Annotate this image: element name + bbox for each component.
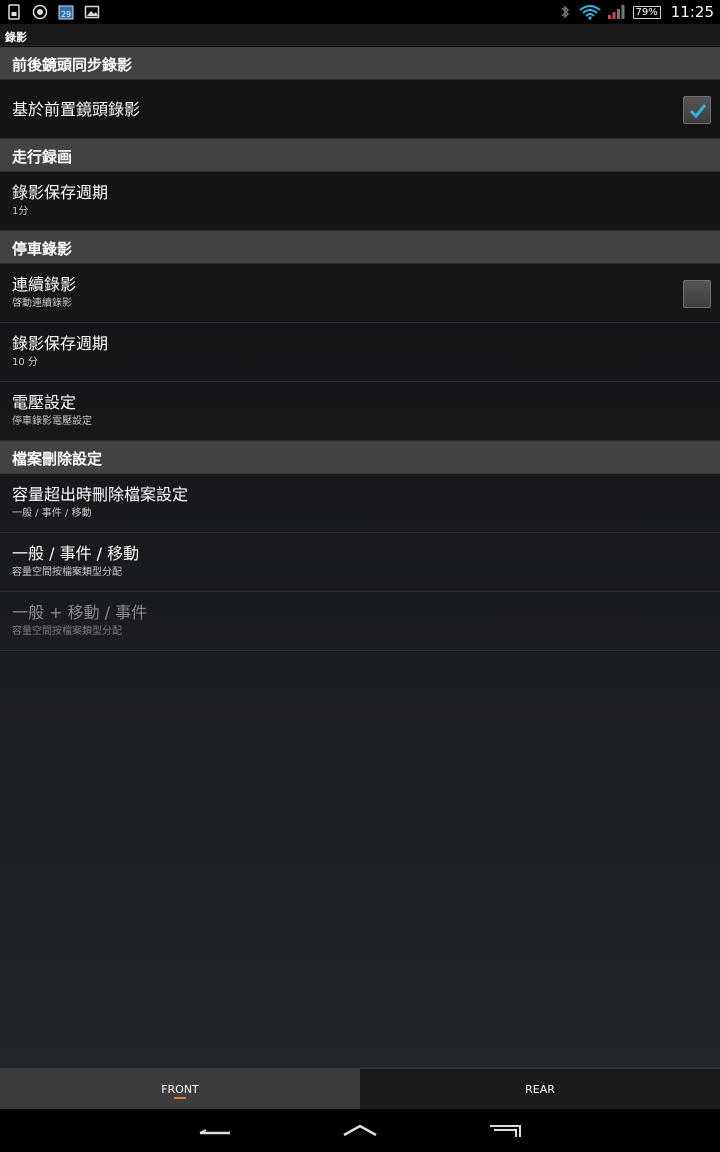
title-bar: 錄影 [0,24,720,46]
calendar-icon: 29 [58,4,74,20]
pref-driving-save-cycle[interactable]: 錄影保存週期 1分 [0,172,720,231]
section-header-sync-recording: 前後鏡頭同步錄影 [0,47,720,80]
back-button[interactable] [198,1121,232,1143]
pref-overflow-deletion[interactable]: 容量超出時刪除檔案設定 一般 / 事件 / 移動 [0,474,720,533]
clock: 11:25 [670,3,714,21]
tab-front[interactable]: FRONT [0,1069,360,1109]
recent-apps-icon [490,1125,521,1137]
pref-summary: 容量空間按檔案類型分配 [12,626,122,637]
pref-allocation-normal-event-motion[interactable]: 一般 / 事件 / 移動 容量空間按檔案類型分配 [0,533,720,592]
signal-icon [607,4,627,20]
pref-summary: 1分 [12,206,29,217]
tab-label: REAR [525,1082,555,1096]
system-icons: 79% 11:25 [557,3,714,21]
calendar-day-text: 29 [61,10,71,19]
status-bar: 29 79% 11:25 [0,0,720,24]
tab-label: FRONT [161,1082,199,1096]
page-title: 錄影 [5,31,27,44]
pref-summary: 10 分 [12,357,38,368]
pref-title: 連續錄影 [12,275,77,294]
recent-apps-button[interactable] [488,1121,524,1143]
pref-title: 容量超出時刪除檔案設定 [12,485,189,504]
system-nav-bar [0,1109,720,1152]
image-icon [84,4,100,20]
pref-title: 一般 + 移動 / 事件 [12,603,148,622]
preference-list[interactable]: 前後鏡頭同步錄影 基於前置鏡頭錄影 走行録画 錄影保存週期 1分 停車錄影 連續… [0,47,720,1068]
sim-card-icon [6,4,22,20]
battery-indicator: 79% [632,5,661,19]
pref-parking-save-cycle[interactable]: 錄影保存週期 10 分 [0,323,720,382]
pref-continuous-recording[interactable]: 連續錄影 啓動連續錄影 [0,264,720,323]
notification-icons: 29 [6,4,100,20]
tab-active-indicator [174,1097,186,1099]
pref-allocation-normal-motion-event: 一般 + 移動 / 事件 容量空間按檔案類型分配 [0,592,720,651]
pref-title: 基於前置鏡頭錄影 [12,100,141,119]
pref-title: 錄影保存週期 [12,334,109,353]
home-chevron-icon [343,1124,377,1137]
pref-title: 電壓設定 [12,393,77,412]
continuous-recording-checkbox[interactable] [683,280,711,308]
pref-title: 一般 / 事件 / 移動 [12,544,140,563]
home-button[interactable] [342,1121,378,1143]
tab-rear[interactable]: REAR [360,1069,720,1109]
wifi-icon [578,4,601,20]
camera-tabs: FRONT REAR [0,1068,720,1109]
pref-summary: 一般 / 事件 / 移動 [12,508,92,519]
pref-summary: 啓動連續錄影 [12,298,72,309]
pref-title: 錄影保存週期 [12,183,109,202]
front-camera-checkbox[interactable] [683,96,711,124]
section-header-file-deletion: 檔案刪除設定 [0,441,720,474]
pref-summary: 容量空間按檔案類型分配 [12,567,122,578]
pref-summary: 停車錄影電壓設定 [12,416,92,427]
record-icon [32,4,48,20]
pref-voltage-setting[interactable]: 電壓設定 停車錄影電壓設定 [0,382,720,441]
section-header-driving-recording: 走行録画 [0,139,720,172]
section-header-parking-recording: 停車錄影 [0,231,720,264]
pref-front-camera-recording[interactable]: 基於前置鏡頭錄影 [0,80,720,139]
checkmark-icon [689,104,707,119]
bluetooth-icon [557,4,573,20]
back-arrow-icon [199,1129,230,1135]
